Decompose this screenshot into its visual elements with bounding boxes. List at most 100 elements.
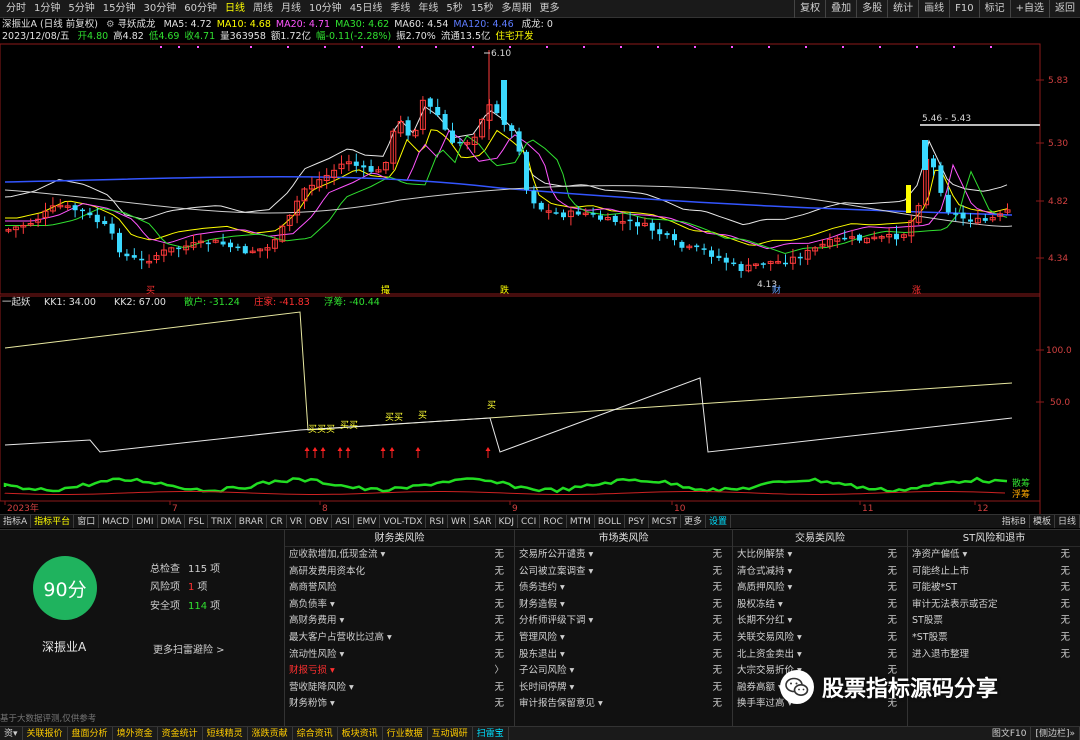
indicator-tab[interactable]: MACD xyxy=(99,515,134,528)
indicator-tab[interactable]: MCST xyxy=(649,515,681,528)
risk-item[interactable]: 高负债率 ▾ 无 xyxy=(285,597,514,614)
risk-item[interactable]: 关联交易风险 ▾ 无 xyxy=(733,630,907,647)
indicator-tab[interactable]: BOLL xyxy=(595,515,626,528)
bottom-tab[interactable]: 短线精灵 xyxy=(203,727,248,740)
bottom-tab[interactable]: 涨跌贡献 xyxy=(248,727,293,740)
indicator-tab[interactable]: RSI xyxy=(426,515,449,528)
risk-item[interactable]: 高研发费用资本化 无 xyxy=(285,564,514,581)
kk-line-yellow xyxy=(4,311,1013,431)
bottom-tab-right[interactable]: 图文F10 xyxy=(988,727,1032,740)
more-scan-link[interactable]: 更多扫雷避险 > xyxy=(153,641,225,656)
indicator-tab[interactable]: 指标平台 xyxy=(31,515,75,528)
risk-item[interactable]: 股权冻结 ▾ 无 xyxy=(733,597,907,614)
risk-item[interactable]: 股东退出 ▾ 无 xyxy=(515,647,732,664)
indicator-tab[interactable]: BRAR xyxy=(236,515,268,528)
indicator-tab[interactable]: KDJ xyxy=(496,515,518,528)
risk-item[interactable]: 可能被*ST 无 xyxy=(908,580,1080,597)
indicator-tab[interactable]: PSY xyxy=(625,515,649,528)
risk-item[interactable]: *ST股票 无 xyxy=(908,630,1080,647)
bottom-tab[interactable]: 扫雷宝 xyxy=(473,727,509,740)
risk-item[interactable]: 北上资金卖出 ▾ 无 xyxy=(733,647,907,664)
bottom-tab[interactable]: 资金统计 xyxy=(158,727,203,740)
risk-item[interactable]: 最大客户占营收比过高 ▾ 无 xyxy=(285,630,514,647)
indicator-tab[interactable]: 更多 xyxy=(681,515,706,528)
bottom-tab-right[interactable]: [侧边栏]» xyxy=(1031,727,1080,740)
bottom-tab[interactable]: 互动调研 xyxy=(428,727,473,740)
bottom-tab[interactable]: 境外资金 xyxy=(113,727,158,740)
candle-body-down xyxy=(982,218,988,221)
indicator-tab[interactable]: 窗口 xyxy=(74,515,100,528)
candle-body-down xyxy=(228,242,233,248)
risk-item[interactable]: 财报亏损 ▾ 〉 xyxy=(285,663,514,680)
risk-item[interactable]: 应收款增加,低现金流 ▾ 无 xyxy=(285,547,514,564)
bottom-tab[interactable]: 资▾ xyxy=(0,727,23,740)
risk-item[interactable]: 清仓式减持 ▾ 无 xyxy=(733,564,907,581)
bottom-tab[interactable]: 关联报价 xyxy=(23,727,68,740)
indicator-tab[interactable]: 设置 xyxy=(706,515,731,528)
bottom-tab[interactable]: 盘面分析 xyxy=(68,727,113,740)
risk-item[interactable]: 流动性风险 ▾ 无 xyxy=(285,647,514,664)
candle-body-down xyxy=(109,223,115,234)
risk-item[interactable]: 长时间停牌 ▾ 无 xyxy=(515,680,732,697)
risk-item[interactable]: 审计无法表示或否定 无 xyxy=(908,597,1080,614)
risk-item-label: ST股票 xyxy=(912,615,943,627)
risk-item-label: 进入退市整理 xyxy=(912,648,970,660)
risk-item[interactable]: 子公司风险 ▾ 无 xyxy=(515,663,732,680)
signal-dot xyxy=(197,46,199,48)
indicator-tab-right[interactable]: 指标B xyxy=(999,515,1030,528)
indicator-tab[interactable]: ROC xyxy=(540,515,567,528)
sub-axis-label: 100.0 xyxy=(1046,346,1072,356)
indicator-tab-right[interactable]: 日线 xyxy=(1055,515,1080,528)
buy-arrow-head xyxy=(485,447,491,451)
risk-item[interactable]: 财务粉饰 ▾ 无 xyxy=(285,696,514,713)
risk-item[interactable]: 交易所公开谴责 ▾ 无 xyxy=(515,547,732,564)
indicator-tab[interactable]: FSL xyxy=(185,515,209,528)
risk-item[interactable]: 分析师评级下调 ▾ 无 xyxy=(515,613,732,630)
indicator-tab[interactable]: OBV xyxy=(306,515,333,528)
indicator-tab[interactable]: CCI xyxy=(518,515,541,528)
indicator-tab[interactable]: MTM xyxy=(567,515,595,528)
bottom-tab[interactable]: 行业数据 xyxy=(383,727,428,740)
risk-item[interactable]: 高质押风险 ▾ 无 xyxy=(733,580,907,597)
bottom-tab[interactable]: 板块资讯 xyxy=(338,727,383,740)
risk-item[interactable]: 大比例解禁 ▾ 无 xyxy=(733,547,907,564)
month-label: 8 xyxy=(322,504,328,514)
indicator-tab[interactable]: DMA xyxy=(158,515,186,528)
bottom-tab[interactable]: 综合资讯 xyxy=(293,727,338,740)
risk-stock-name: 深振业A xyxy=(42,640,87,654)
indicator-tab[interactable]: TRIX xyxy=(208,515,236,528)
risk-item[interactable]: 债务违约 ▾ 无 xyxy=(515,580,732,597)
stat-safe-label: 安全项 xyxy=(150,601,180,612)
kline-chart[interactable]: 6.104.135.46 - 5.43买撮跌财涨买买买 买买买买 买买一起妖 KK1:… xyxy=(0,0,1080,514)
risk-item[interactable]: 审计报告保留意见 ▾ 无 xyxy=(515,696,732,713)
indicator-tab[interactable]: WR xyxy=(448,515,471,528)
indicator-tab-right[interactable]: 模板 xyxy=(1030,515,1055,528)
risk-item-label: 财务粉饰 ▾ xyxy=(289,698,335,710)
risk-item[interactable]: 管理风险 ▾ 无 xyxy=(515,630,732,647)
indicator-tab[interactable]: SAR xyxy=(470,515,496,528)
risk-item[interactable]: 净资产偏低 ▾ 无 xyxy=(908,547,1080,564)
indicator-tab[interactable]: DMI xyxy=(133,515,158,528)
indicator-tab[interactable]: ASI xyxy=(332,515,354,528)
risk-item[interactable]: 进入退市整理 无 xyxy=(908,647,1080,664)
risk-item[interactable]: ST股票 无 xyxy=(908,613,1080,630)
candle-body-down xyxy=(612,215,618,222)
indicator-tab[interactable]: 指标A xyxy=(0,515,32,528)
risk-item[interactable]: 营收陡降风险 ▾ 无 xyxy=(285,680,514,697)
month-label: 12 xyxy=(977,504,988,514)
candle-body-down xyxy=(117,232,122,253)
risk-item[interactable]: 公司被立案调查 ▾ 无 xyxy=(515,564,732,581)
highlight-bar xyxy=(906,185,911,213)
risk-item-label: 融券高额 ▾ xyxy=(737,681,783,693)
stat-total: 总检查 115 项 xyxy=(150,560,220,575)
indicator-tab[interactable]: VR xyxy=(287,515,307,528)
indicator-tab[interactable]: VOL-TDX xyxy=(380,515,427,528)
candle-body-down xyxy=(960,212,966,219)
risk-item[interactable]: 高财务费用 ▾ 无 xyxy=(285,613,514,630)
risk-item[interactable]: 可能终止上市 无 xyxy=(908,564,1080,581)
indicator-tab[interactable]: CR xyxy=(267,515,287,528)
indicator-tab[interactable]: EMV xyxy=(354,515,381,528)
risk-item[interactable]: 高商誉风险 无 xyxy=(285,580,514,597)
risk-item[interactable]: 财务造假 ▾ 无 xyxy=(515,597,732,614)
risk-item[interactable]: 长期不分红 ▾ 无 xyxy=(733,613,907,630)
